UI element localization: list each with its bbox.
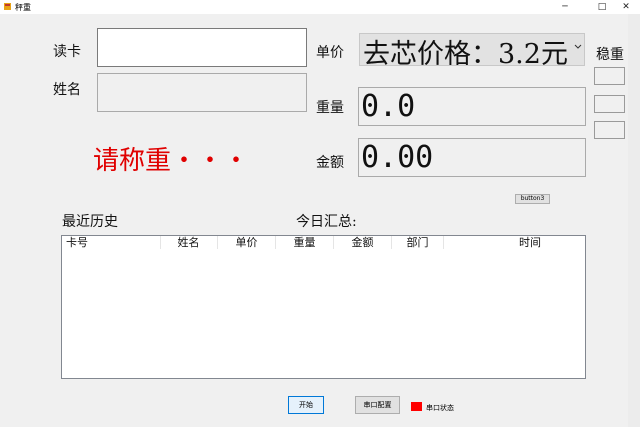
- col-department[interactable]: 部门: [392, 236, 444, 249]
- close-button[interactable]: ✕: [616, 1, 636, 13]
- history-list-header: 卡号 姓名 单价 重量 金额 部门 时间: [62, 236, 585, 249]
- stable-box-2: [594, 95, 625, 113]
- col-weight[interactable]: 重量: [276, 236, 334, 249]
- title-bar: 秤重 ─ □ ✕: [0, 0, 640, 14]
- name-field: [97, 73, 307, 112]
- start-button[interactable]: 开始: [288, 396, 324, 414]
- col-amount[interactable]: 金额: [334, 236, 392, 249]
- button3[interactable]: button3: [515, 194, 550, 204]
- serial-status-label: 串口状态: [426, 404, 454, 412]
- minimize-button[interactable]: ─: [555, 1, 575, 13]
- amount-label: 金额: [316, 155, 344, 171]
- amount-display: 0.00: [358, 138, 586, 177]
- name-label: 姓名: [53, 82, 81, 98]
- stable-label: 稳重: [596, 47, 624, 63]
- serial-status-indicator: [411, 402, 422, 411]
- col-card-no[interactable]: 卡号: [62, 236, 161, 249]
- amount-value: 0.00: [361, 140, 434, 175]
- history-title: 最近历史: [62, 214, 118, 230]
- window-title: 秤重: [15, 3, 31, 12]
- weigh-status-message: 请称重・・・: [93, 146, 250, 176]
- price-select[interactable]: 去芯价格：3.2元: [359, 33, 585, 66]
- price-label: 单价: [316, 45, 344, 61]
- col-time[interactable]: 时间: [444, 236, 616, 249]
- col-price[interactable]: 单价: [218, 236, 276, 249]
- weight-display: 0.0: [358, 87, 586, 126]
- stable-box-3: [594, 121, 625, 139]
- stable-box-1: [594, 67, 625, 85]
- history-list[interactable]: 卡号 姓名 单价 重量 金额 部门 时间: [61, 235, 586, 379]
- right-edge-strip: [628, 14, 640, 427]
- weight-label: 重量: [316, 100, 344, 116]
- weight-value: 0.0: [361, 89, 416, 124]
- today-summary-label: 今日汇总:: [296, 214, 357, 230]
- card-input[interactable]: [97, 28, 307, 67]
- scale-app-icon: [4, 3, 11, 10]
- chevron-down-icon: [574, 44, 582, 49]
- card-label: 读卡: [53, 44, 81, 60]
- price-selected-value: 去芯价格：3.2元: [363, 39, 568, 66]
- serial-config-button[interactable]: 串口配置: [355, 396, 400, 414]
- maximize-button[interactable]: □: [592, 1, 612, 13]
- col-name[interactable]: 姓名: [160, 236, 218, 249]
